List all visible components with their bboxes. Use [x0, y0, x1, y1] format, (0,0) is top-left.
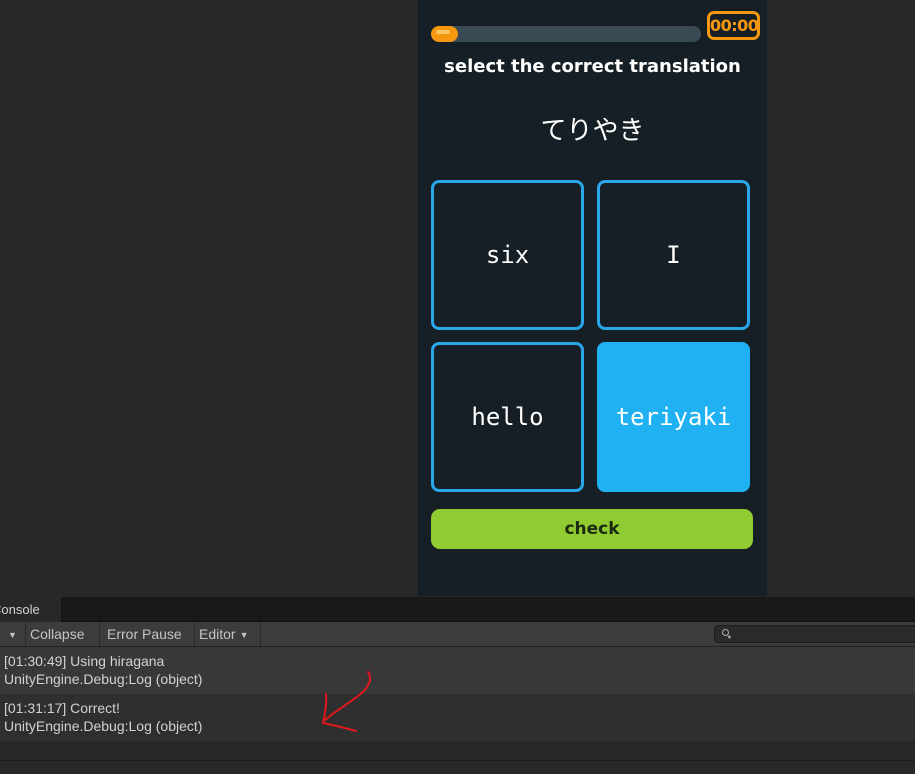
option-label: I — [666, 241, 681, 269]
prompt-text: select the correct translation — [444, 56, 741, 77]
check-button[interactable]: check — [431, 509, 753, 549]
collapse-button[interactable]: Collapse — [26, 622, 100, 646]
tab-console[interactable]: Console — [0, 597, 62, 622]
chevron-down-icon: ▼ — [8, 630, 17, 640]
editor-label: Editor — [199, 626, 236, 642]
tab-bar: Console — [0, 597, 915, 622]
option-label: six — [485, 241, 530, 269]
option-hello[interactable]: hello — [431, 342, 584, 492]
search-field[interactable] — [714, 625, 915, 644]
question-word: てりやき — [540, 116, 645, 146]
log-message: [01:30:49] Using hiragana — [4, 653, 165, 669]
console-toolbar: ▼ Collapse Error Pause Editor ▼ — [0, 622, 915, 647]
clear-dropdown-button[interactable]: ▼ — [0, 622, 26, 646]
chevron-down-icon: ▼ — [239, 630, 249, 640]
editor-dropdown[interactable]: Editor ▼ — [195, 622, 261, 646]
timer: 00:00 — [707, 11, 760, 40]
search-input[interactable] — [733, 626, 915, 644]
option-label: teriyaki — [615, 403, 732, 431]
game-view: 00:00 select the correct translation てりや… — [418, 0, 767, 596]
log-trace: UnityEngine.Debug:Log (object) — [4, 718, 203, 734]
error-pause-button[interactable]: Error Pause — [100, 622, 195, 646]
tab-console-label: Console — [0, 602, 40, 617]
log-message: [01:31:17] Correct! — [4, 700, 120, 716]
option-six[interactable]: six — [431, 180, 584, 330]
option-teriyaki[interactable]: teriyaki — [597, 342, 750, 492]
log-entry[interactable]: [01:31:17] Correct! UnityEngine.Debug:Lo… — [0, 694, 915, 741]
option-i[interactable]: I — [597, 180, 750, 330]
progress-bar — [431, 26, 701, 42]
log-entry[interactable]: [01:30:49] Using hiragana UnityEngine.De… — [0, 647, 915, 694]
option-label: hello — [471, 403, 544, 431]
arrow-icon — [322, 671, 372, 732]
search-icon — [722, 629, 729, 636]
log-trace: UnityEngine.Debug:Log (object) — [4, 671, 203, 687]
console-panel: Console ▼ Collapse Error Pause Editor▼ [… — [0, 597, 915, 774]
progress-fill — [431, 26, 458, 42]
divider — [0, 760, 915, 761]
